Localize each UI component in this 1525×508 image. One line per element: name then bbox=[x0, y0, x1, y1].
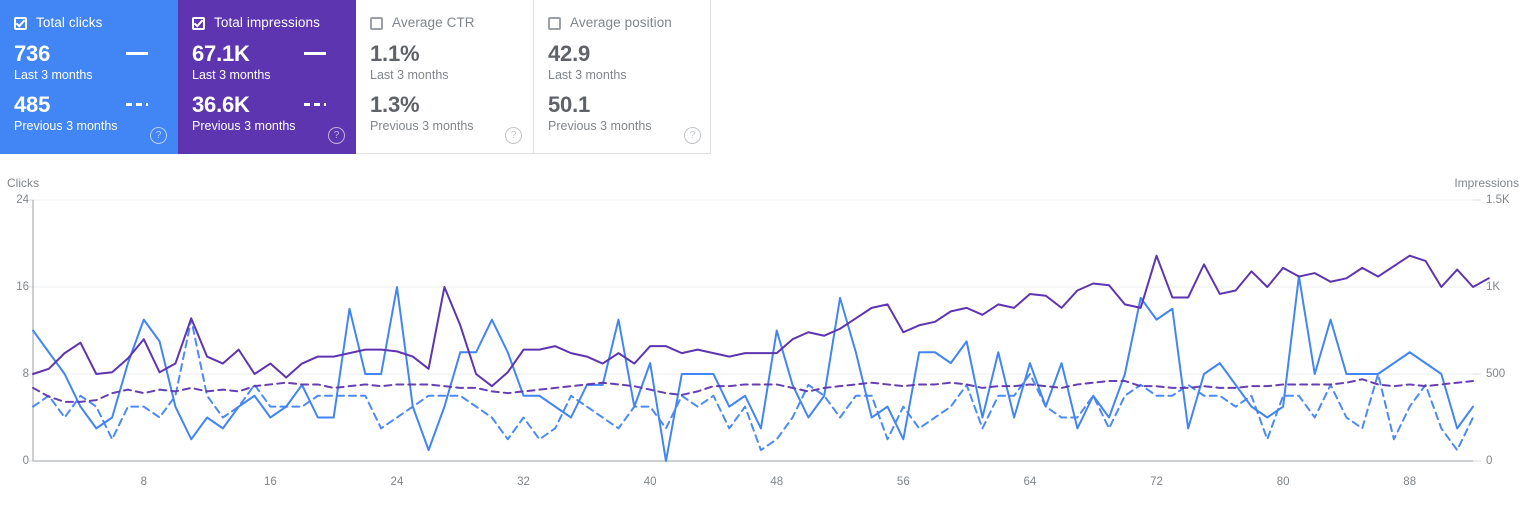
dashed-line-legend-marker bbox=[304, 103, 326, 106]
previous-value: 1.3% bbox=[370, 92, 420, 117]
previous-period-block: 1.3% Previous 3 months bbox=[370, 93, 517, 134]
current-period-label: Last 3 months bbox=[370, 68, 449, 82]
previous-period-label: Previous 3 months bbox=[14, 119, 118, 133]
metric-title: Total impressions bbox=[214, 15, 320, 30]
metric-header: Average position bbox=[548, 14, 696, 32]
metric-header: Total clicks bbox=[14, 14, 162, 32]
previous-period-block: 485 Previous 3 months bbox=[14, 93, 162, 134]
current-period-block: 736 Last 3 months bbox=[14, 42, 162, 83]
metric-card-average-ctr[interactable]: Average CTR 1.1% Last 3 months 1.3% Previous… bbox=[356, 0, 534, 154]
series-line-total-clicks-last-3-months bbox=[32, 275, 1474, 462]
metric-card-average-position[interactable]: Average position 42.9 Last 3 months 50.1 Pre… bbox=[534, 0, 712, 154]
previous-period-label: Previous 3 months bbox=[370, 119, 474, 133]
checkbox-total-impressions[interactable] bbox=[192, 16, 205, 30]
metric-header: Average CTR bbox=[370, 14, 517, 32]
metric-title: Total clicks bbox=[36, 15, 103, 30]
previous-value: 50.1 bbox=[548, 92, 591, 117]
series-line-total-impressions-last-3-months bbox=[32, 254, 1490, 388]
chart-plot bbox=[28, 199, 1490, 462]
solid-line-legend-marker bbox=[304, 52, 326, 55]
previous-period-block: 36.6K Previous 3 months bbox=[192, 93, 340, 134]
metric-card-total-clicks[interactable]: Total clicks 736 Last 3 months 485 Previous … bbox=[0, 0, 178, 154]
checkbox-average-position[interactable] bbox=[548, 16, 561, 30]
dashed-line-legend-marker bbox=[126, 103, 148, 106]
metric-cards-row: Total clicks 736 Last 3 months 485 Previous … bbox=[0, 0, 711, 154]
performance-chart: Clicks Impressions 0 8 16 24 0 500 1K 1.5K 8 16… bbox=[0, 154, 1525, 508]
help-icon[interactable]: ? bbox=[505, 127, 522, 144]
current-period-block: 42.9 Last 3 months bbox=[548, 42, 696, 83]
metric-card-total-impressions[interactable]: Total impressions 67.1K Last 3 months 36.6K… bbox=[178, 0, 356, 154]
checkbox-total-clicks[interactable] bbox=[14, 16, 27, 30]
help-icon[interactable]: ? bbox=[328, 127, 345, 144]
metric-title: Average CTR bbox=[392, 15, 475, 30]
current-value: 42.9 bbox=[548, 41, 591, 66]
metric-header: Total impressions bbox=[192, 14, 340, 32]
metric-title: Average position bbox=[570, 15, 672, 30]
current-period-label: Last 3 months bbox=[192, 68, 271, 82]
current-period-block: 1.1% Last 3 months bbox=[370, 42, 517, 83]
solid-line-legend-marker bbox=[126, 52, 148, 55]
current-value: 1.1% bbox=[370, 41, 420, 66]
previous-period-label: Previous 3 months bbox=[192, 119, 296, 133]
current-period-block: 67.1K Last 3 months bbox=[192, 42, 340, 83]
previous-period-block: 50.1 Previous 3 months bbox=[548, 93, 696, 134]
help-icon[interactable]: ? bbox=[684, 127, 701, 144]
previous-period-label: Previous 3 months bbox=[548, 119, 652, 133]
checkbox-average-ctr[interactable] bbox=[370, 16, 383, 30]
current-period-label: Last 3 months bbox=[14, 68, 93, 82]
help-icon[interactable]: ? bbox=[150, 127, 167, 144]
current-period-label: Last 3 months bbox=[548, 68, 627, 82]
